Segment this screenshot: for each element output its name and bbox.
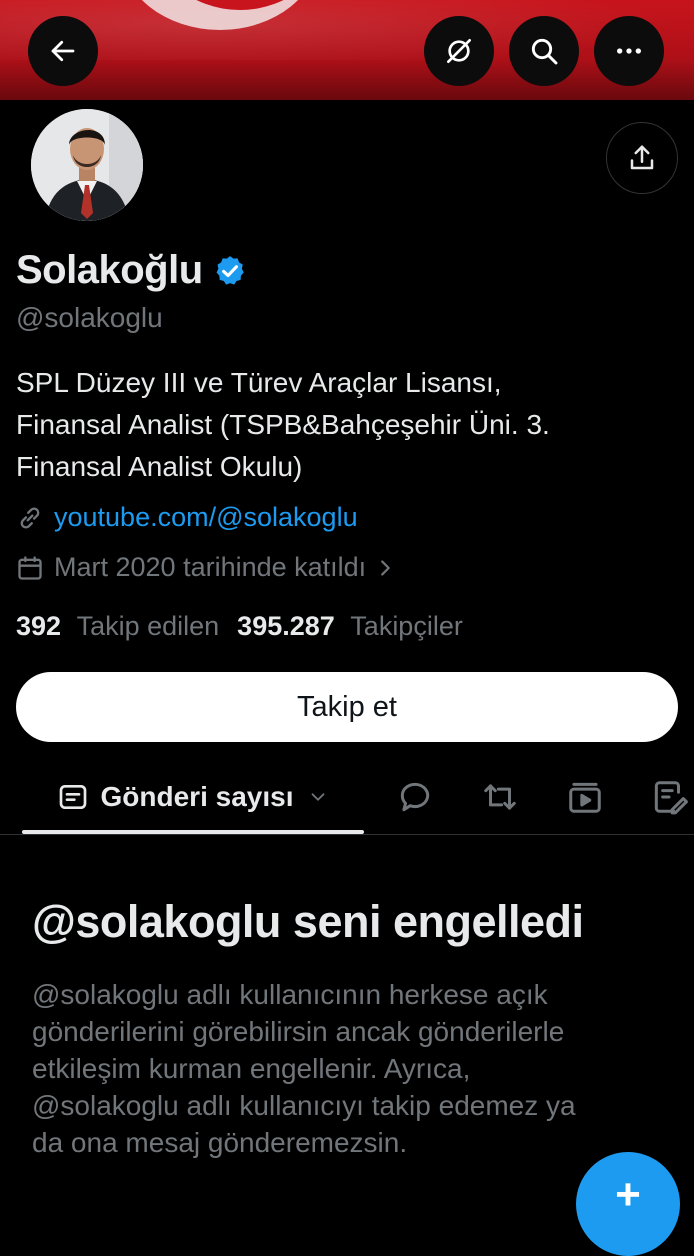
blocked-message: @solakoglu adlı kullanıcının herkese açı… [32, 976, 672, 1161]
followers-link[interactable]: 395.287 Takipçiler [237, 611, 463, 642]
verified-badge-icon [216, 255, 244, 285]
grok-icon [447, 39, 471, 63]
blocked-message-line: @solakoglu adlı kullanıcının herkese açı… [32, 979, 548, 1010]
tab-posts[interactable]: Gönderi sayısı [22, 760, 364, 834]
avatar[interactable] [28, 106, 146, 224]
display-name-row: Solakoğlu [16, 248, 247, 293]
following-label: Takip edilen [76, 611, 220, 641]
search-icon [531, 38, 558, 65]
share-icon [630, 145, 654, 170]
plus-icon: + [615, 1170, 641, 1219]
arrow-left-icon [51, 40, 75, 62]
search-button[interactable] [509, 16, 579, 86]
bio-line: Finansal Analist Okulu) [16, 451, 303, 482]
posts-filter-icon [59, 785, 86, 809]
profile-link-row: youtube.com/@solakoglu [16, 502, 358, 533]
profile-handle: @solakoglu [16, 302, 163, 333]
blocked-message-line: da ona mesaj gönderemezsin. [32, 1127, 408, 1158]
media-icon[interactable] [566, 778, 604, 816]
joined-row[interactable]: Mart 2020 tarihinde katıldı [16, 552, 396, 583]
display-name: Solakoğlu [16, 248, 203, 292]
profile-bio: SPL Düzey III ve Türev Araçlar Lisansı, … [16, 362, 666, 488]
back-button[interactable] [28, 16, 98, 86]
blocked-title: @solakoglu seni engelledi [32, 896, 584, 947]
link-icon [20, 506, 40, 529]
tabs-divider [0, 834, 694, 835]
following-link[interactable]: 392 Takip edilen [16, 611, 219, 642]
profile-link[interactable]: youtube.com/@solakoglu [54, 502, 358, 533]
chevron-right-icon [381, 559, 390, 576]
profile-banner[interactable] [0, 0, 694, 100]
replies-icon[interactable] [396, 778, 434, 816]
follow-counts: 392 Takip edilen 395.287 Takipçiler [16, 611, 463, 642]
followers-count: 395.287 [237, 611, 335, 641]
more-button[interactable] [594, 16, 664, 86]
chevron-down-icon [312, 793, 325, 801]
more-horizontal-icon [617, 48, 641, 54]
highlights-icon[interactable] [650, 778, 688, 816]
profile-tabs: Gönderi sayısı [0, 760, 694, 834]
following-count: 392 [16, 611, 62, 641]
follow-button[interactable]: Takip et [16, 672, 678, 742]
blocked-message-line: @solakoglu adlı kullanıcıyı takip edemez… [32, 1090, 576, 1121]
tab-posts-label: Gönderi sayısı [100, 781, 294, 812]
bio-line: SPL Düzey III ve Türev Araçlar Lisansı, [16, 367, 502, 398]
blocked-message-line: gönderilerini görebilirsin ancak gönderi… [32, 1016, 565, 1047]
grok-button[interactable] [424, 16, 494, 86]
calendar-icon [18, 555, 42, 580]
bio-line: Finansal Analist (TSPB&Bahçeşehir Üni. 3… [16, 409, 550, 440]
share-button[interactable] [606, 122, 678, 194]
joined-date: Mart 2020 tarihinde katıldı [54, 552, 367, 582]
compose-fab[interactable]: + [576, 1152, 680, 1256]
blocked-message-line: etkileşim kurman engellenir. Ayrıca, [32, 1053, 471, 1084]
followers-label: Takipçiler [350, 611, 463, 641]
repost-icon[interactable] [480, 778, 520, 816]
